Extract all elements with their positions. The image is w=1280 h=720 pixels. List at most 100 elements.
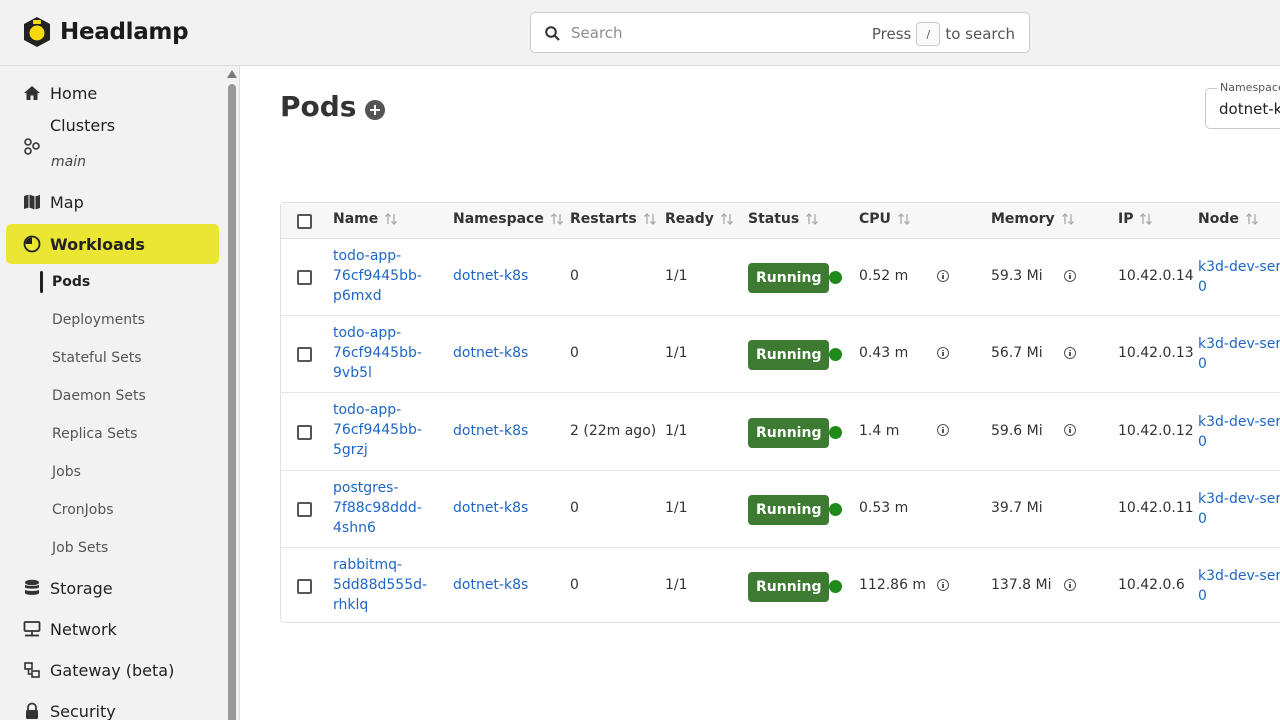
column-header-status[interactable]: Status — [748, 211, 819, 227]
pod-name-link[interactable]: rabbitmq- 5dd88d555d- rhklq — [333, 555, 427, 615]
namespace-link[interactable]: dotnet-k8s — [453, 268, 528, 284]
pod-name-line: postgres- — [333, 480, 399, 496]
table-row[interactable]: rabbitmq- 5dd88d555d- rhklq dotnet-k8s 0… — [281, 548, 1280, 625]
column-header-name[interactable]: Name — [333, 211, 398, 227]
cluster-name[interactable]: main — [51, 154, 86, 170]
cpu-value: 0.53 m — [859, 500, 909, 516]
pod-name-line: todo-app- — [333, 402, 402, 418]
pod-name-line: 76cf9445bb- — [333, 268, 422, 284]
sidebar-subitem-stateful-sets[interactable]: Stateful Sets — [52, 350, 141, 366]
sort-icon — [550, 212, 564, 226]
sidebar-item-label: Security — [50, 701, 116, 720]
pod-name-link[interactable]: todo-app- 76cf9445bb- 5grzj — [333, 400, 422, 460]
column-header-cpu[interactable]: CPU — [859, 211, 911, 227]
pod-name-link[interactable]: todo-app- 76cf9445bb- 9vb5l — [333, 323, 422, 383]
info-icon[interactable] — [1064, 579, 1076, 591]
memory-value: 59.6 Mi — [991, 423, 1043, 439]
table-row[interactable]: todo-app- 76cf9445bb- p6mxd dotnet-k8s 0… — [281, 239, 1280, 316]
restarts-value: 2 (22m ago) — [570, 423, 657, 439]
node-link[interactable]: k3d-dev-serv 0 — [1198, 489, 1280, 529]
node-name-line: k3d-dev-serv — [1198, 414, 1280, 430]
sidebar-item-home[interactable]: Home — [6, 73, 219, 113]
sidebar-item-map[interactable]: Map — [6, 182, 219, 222]
row-checkbox[interactable] — [297, 425, 312, 440]
row-checkbox[interactable] — [297, 579, 312, 594]
status-dot-icon — [829, 426, 842, 439]
select-all-checkbox[interactable] — [297, 214, 312, 229]
sidebar-subitem-cronjobs[interactable]: CronJobs — [52, 502, 114, 518]
node-link[interactable]: k3d-dev-serv 0 — [1198, 566, 1280, 606]
column-header-ip[interactable]: IP — [1118, 211, 1153, 227]
sidebar-scroll-thumb[interactable] — [228, 84, 236, 720]
app-logo[interactable]: Headlamp — [22, 14, 189, 50]
info-icon[interactable] — [937, 424, 949, 436]
node-name-line: k3d-dev-serv — [1198, 491, 1280, 507]
sidebar-subitem-jobs[interactable]: Jobs — [52, 464, 81, 480]
ip-value: 10.42.0.11 — [1118, 500, 1194, 516]
sort-icon — [1139, 212, 1153, 226]
sidebar-subitem-replica-sets[interactable]: Replica Sets — [52, 426, 137, 442]
pod-name-line: todo-app- — [333, 248, 402, 264]
column-header-ready[interactable]: Ready — [665, 211, 734, 227]
active-indicator — [40, 271, 43, 293]
sidebar-item-label: Map — [50, 192, 84, 212]
node-link[interactable]: k3d-dev-serv 0 — [1198, 412, 1280, 452]
node-link[interactable]: k3d-dev-serv 0 — [1198, 334, 1280, 374]
sidebar-subitem-deployments[interactable]: Deployments — [52, 312, 145, 328]
sidebar-item-clusters[interactable]: Clusters — [6, 114, 219, 155]
node-link[interactable]: k3d-dev-serv 0 — [1198, 257, 1280, 297]
table-row[interactable]: todo-app- 76cf9445bb- 5grzj dotnet-k8s 2… — [281, 393, 1280, 471]
gateway-icon — [22, 660, 42, 680]
sidebar-item-storage[interactable]: Storage — [6, 568, 219, 608]
info-icon[interactable] — [1064, 424, 1076, 436]
sidebar-item-workloads[interactable]: Workloads — [6, 224, 219, 264]
info-icon[interactable] — [937, 579, 949, 591]
info-icon[interactable] — [1064, 347, 1076, 359]
row-checkbox[interactable] — [297, 347, 312, 362]
pod-name-line: 5dd88d555d- — [333, 577, 428, 593]
status-dot-icon — [829, 503, 842, 516]
table-row[interactable]: todo-app- 76cf9445bb- 9vb5l dotnet-k8s 0… — [281, 316, 1280, 393]
sidebar-subitem-job-sets[interactable]: Job Sets — [52, 540, 108, 556]
ip-value: 10.42.0.13 — [1118, 345, 1194, 361]
node-name-line: 0 — [1198, 356, 1207, 372]
status-badge: Running — [748, 572, 830, 602]
column-label: Node — [1198, 211, 1239, 227]
row-checkbox[interactable] — [297, 270, 312, 285]
status-badge: Running — [748, 340, 830, 370]
column-header-node[interactable]: Node — [1198, 211, 1259, 227]
column-header-restarts[interactable]: Restarts — [570, 211, 657, 227]
node-name-line: 0 — [1198, 511, 1207, 527]
namespace-link[interactable]: dotnet-k8s — [453, 345, 528, 361]
ip-value: 10.42.0.14 — [1118, 268, 1194, 284]
table-row[interactable]: postgres- 7f88c98ddd- 4shn6 dotnet-k8s 0… — [281, 471, 1280, 548]
sidebar-item-network[interactable]: Network — [6, 609, 219, 649]
search-bar[interactable]: Search Press / to search — [530, 12, 1030, 53]
sidebar-item-security[interactable]: Security — [6, 691, 219, 720]
sidebar-item-gateway[interactable]: Gateway (beta) — [6, 650, 219, 690]
add-pod-button[interactable] — [365, 100, 385, 120]
namespace-link[interactable]: dotnet-k8s — [453, 577, 528, 593]
info-icon[interactable] — [1064, 270, 1076, 282]
memory-value: 39.7 Mi — [991, 500, 1043, 516]
info-icon[interactable] — [937, 270, 949, 282]
namespace-link[interactable]: dotnet-k8s — [453, 423, 528, 439]
sidebar-subitem-daemon-sets[interactable]: Daemon Sets — [52, 388, 146, 404]
row-checkbox[interactable] — [297, 502, 312, 517]
namespace-link[interactable]: dotnet-k8s — [453, 500, 528, 516]
scroll-up-arrow-icon[interactable] — [227, 70, 237, 78]
ready-value: 1/1 — [665, 577, 688, 593]
column-header-memory[interactable]: Memory — [991, 211, 1075, 227]
column-header-namespace[interactable]: Namespace — [453, 211, 564, 227]
pod-name-line: 9vb5l — [333, 365, 372, 381]
sidebar-item-label: Storage — [50, 578, 113, 598]
sort-icon — [643, 212, 657, 226]
namespace-chip[interactable]: dotnet-k8s — [1219, 100, 1280, 118]
pod-name-link[interactable]: todo-app- 76cf9445bb- p6mxd — [333, 246, 422, 306]
sidebar: Home Clusters main Map Workloads Pods De… — [0, 66, 240, 720]
restarts-value: 0 — [570, 577, 579, 593]
info-icon[interactable] — [937, 347, 949, 359]
pod-name-link[interactable]: postgres- 7f88c98ddd- 4shn6 — [333, 478, 422, 538]
pod-name-line: rabbitmq- — [333, 557, 403, 573]
sidebar-subitem-pods[interactable]: Pods — [52, 274, 90, 290]
